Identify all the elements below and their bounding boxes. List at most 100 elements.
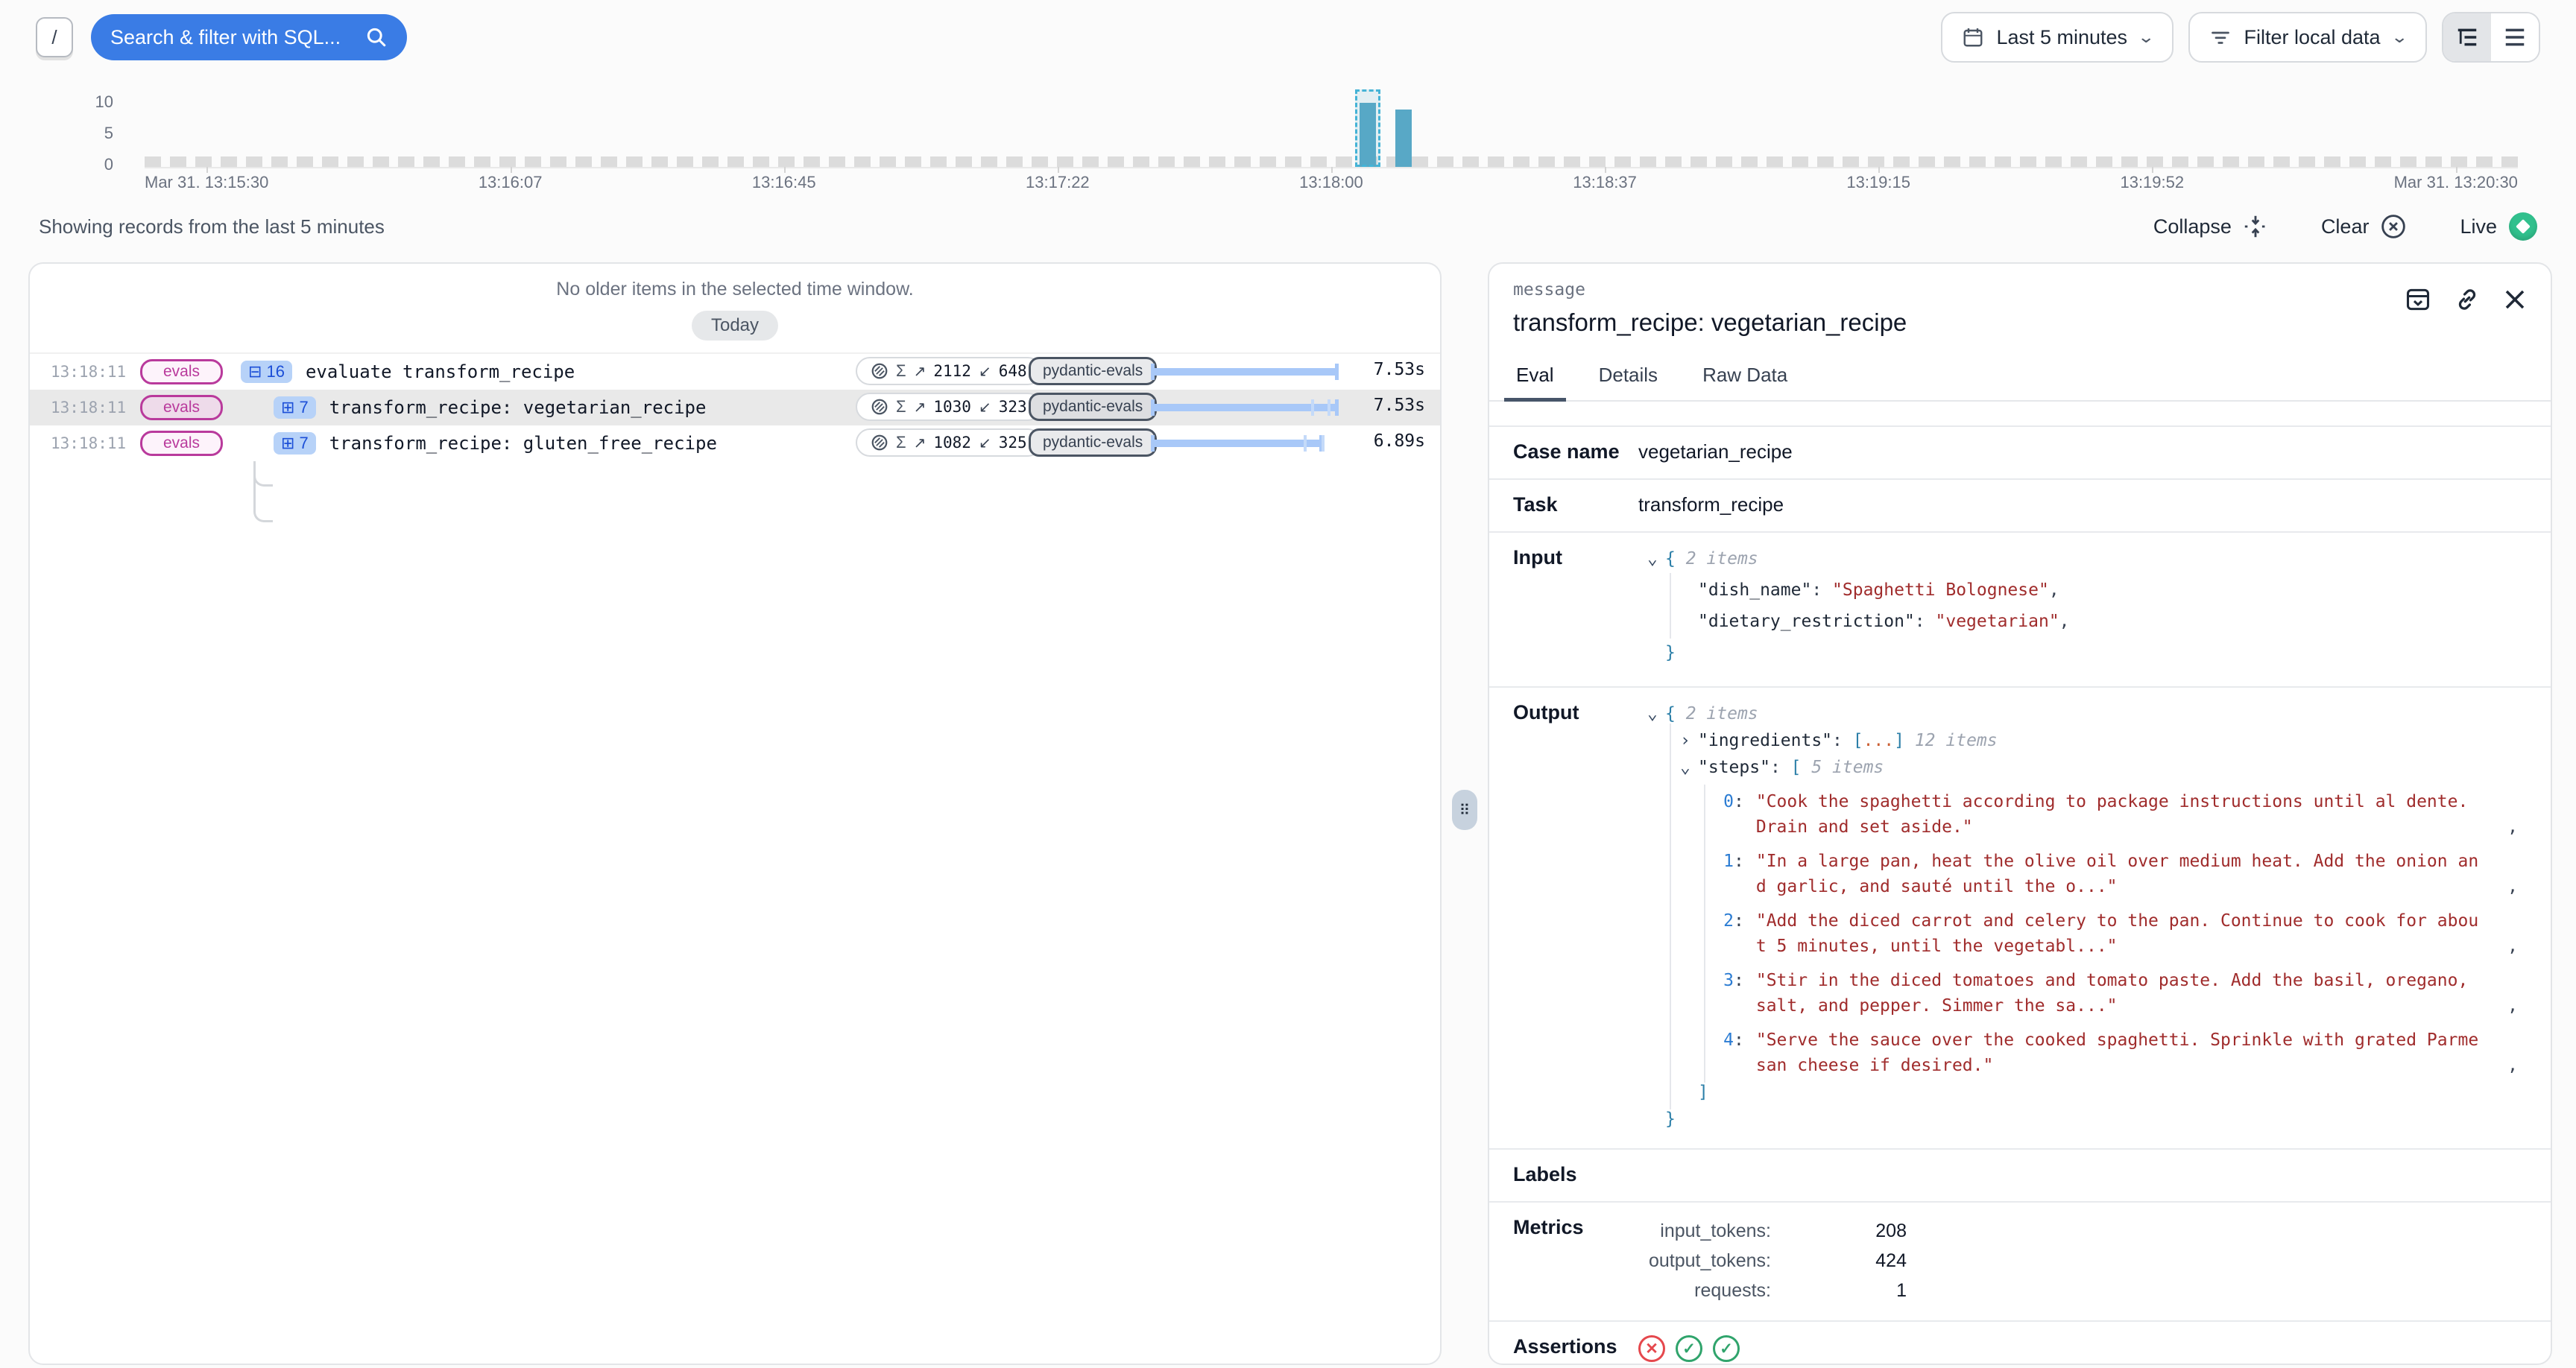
json-array-item: 4:"Serve the sauce over the cooked spagh… [1638,1027,2527,1078]
project-badge: evals [140,431,223,456]
row-title: evaluate transform_recipe [306,361,575,382]
live-indicator-icon [2509,212,2537,241]
tokens-icon [871,434,888,452]
assertion-fail-icon[interactable]: ✕ [1638,1335,1665,1362]
detail-header: message transform_recipe: vegetarian_rec… [1489,264,2551,337]
tree-view-icon [2455,27,2479,48]
json-line: ⌄{ 2 items [1638,546,2527,571]
json-toggle-chevron[interactable]: ⌄ [1647,701,1665,726]
json-line: ⌄"steps": [ 5 items [1638,755,2527,780]
span-count: 7 [299,398,308,417]
span-count-badge[interactable]: ⊞7 [274,432,316,455]
live-toggle[interactable]: Live [2460,212,2537,241]
x-tick-label: Mar 31. 13:15:30 [145,173,268,192]
trace-row[interactable]: 13:18:11evals⊞7transform_recipe: gluten_… [30,425,1440,461]
json-toggle-chevron[interactable]: › [1680,728,1698,753]
trace-row[interactable]: 13:18:11evals⊟16evaluate transform_recip… [30,354,1440,390]
input-json-viewer: ⌄{ 2 items "dish_name": "Spaghetti Bologn… [1638,546,2527,671]
tab-eval[interactable]: Eval [1515,356,1556,400]
span-count-badge[interactable]: ⊟16 [241,361,292,383]
histogram-bar[interactable] [1395,110,1412,167]
span-count-badge[interactable]: ⊞7 [274,396,316,419]
top-bar: / Search & filter with SQL... Last 5 min… [0,0,2576,75]
close-icon [2503,288,2527,311]
filter-local-data-dropdown[interactable]: Filter local data ⌄ [2188,12,2427,63]
token-metrics-pill: Σ↗2112↙648 [856,357,1042,385]
json-toggle-chevron[interactable]: ⌄ [1647,546,1665,571]
assertions-row: Assertions ✕✓✓ [1489,1322,2551,1364]
tokens-icon [871,398,888,416]
input-tokens-count: 1082 [933,434,971,452]
output-label: Output [1513,701,1638,1133]
json-string-value: "Add the diced carrot and celery to the … [1744,908,2521,959]
metric-name: requests: [1638,1276,1771,1305]
token-metrics-pill: Σ↗1082↙325 [856,428,1042,457]
histogram-bar-selected[interactable] [1360,103,1376,167]
json-string-value: "In a large pan, heat the olive oil over… [1744,849,2521,899]
json-index: 1 [1713,849,1734,899]
collapse-button[interactable]: Collapse [2153,215,2267,238]
case-name-value: vegetarian_recipe [1638,440,1793,463]
chevron-down-icon: ⌄ [2390,28,2408,47]
clear-button[interactable]: Clear [2321,214,2407,239]
input-tokens-count: 1030 [933,398,971,416]
no-older-items-note: No older items in the selected time wind… [30,279,1440,300]
link-icon [2454,286,2481,313]
assertion-results: ✕ ✓ ✓ [1638,1335,1740,1362]
output-tokens-count: 325 [999,434,1027,452]
duration-bar [1151,404,1339,411]
copy-link-button[interactable] [2454,286,2481,313]
output-tokens-count: 323 [999,398,1027,416]
json-toggle-chevron[interactable]: ⌄ [1680,755,1698,780]
metric-row: requests:1 [1638,1276,1907,1305]
close-button[interactable] [2503,288,2527,311]
x-axis-labels: Mar 31. 13:15:3013:16:0713:16:4513:17:22… [145,173,2518,192]
duration-text: 7.53s [1374,396,1425,415]
assertion-pass-icon[interactable]: ✓ [1713,1335,1740,1362]
filter-local-data-label: Filter local data [2244,26,2380,49]
case-name-row: Case name vegetarian_recipe [1489,427,2551,480]
collapse-icon [2244,215,2267,238]
eval-table: Case name vegetarian_recipe Task transfo… [1489,425,2551,1364]
project-badge: evals [140,395,223,420]
x-tick-label: 13:16:45 [752,173,816,192]
labels-label: Labels [1513,1163,1638,1186]
output-json-viewer: ⌄{ 2 items›"ingredients": [...] 12 items… [1638,701,2527,1133]
search-icon [365,26,388,48]
tab-details[interactable]: Details [1597,356,1659,400]
duration-bar [1151,368,1339,376]
timeline-chart[interactable]: 1050 Mar 31. 13:15:3013:16:0713:16:4513:… [36,75,2540,188]
arrow-down-left-icon: ↙ [979,398,991,417]
input-row: Input ⌄{ 2 items "dish_name": "Spaghetti … [1489,533,2551,688]
metrics-row: Metrics input_tokens:208output_tokens:42… [1489,1203,2551,1322]
panel-resize-handle[interactable]: ⠿ [1452,790,1477,830]
json-index: 4 [1713,1027,1734,1078]
assertion-pass-icon[interactable]: ✓ [1676,1335,1702,1362]
input-label: Input [1513,546,1638,671]
expand-square-icon: ⊞ [281,435,294,452]
calendar-icon [1962,26,1984,48]
json-line: ›"ingredients": [...] 12 items [1638,728,2527,753]
slash-key-label: / [51,26,57,49]
list-view-toggle[interactable] [2491,13,2539,61]
json-index: 2 [1713,908,1734,959]
tab-raw-data[interactable]: Raw Data [1701,356,1789,400]
json-line: ⌄{ 2 items [1638,701,2527,726]
detail-panel: message transform_recipe: vegetarian_rec… [1488,262,2552,1365]
tokens-icon [871,362,888,380]
detail-body: Case name vegetarian_recipe Task transfo… [1489,402,2551,1364]
detail-header-actions [2405,286,2527,313]
tag-badge: pydantic-evals [1029,393,1157,421]
showing-records-text: Showing records from the last 5 minutes [39,215,385,238]
trace-row[interactable]: 13:18:11evals⊞7transform_recipe: vegetar… [30,390,1440,425]
archive-button[interactable] [2405,286,2431,313]
tree-view-toggle[interactable] [2443,13,2491,61]
trace-list-panel: No older items in the selected time wind… [28,262,1442,1365]
metrics-label: Metrics [1513,1216,1638,1305]
duration-bar [1151,440,1339,447]
search-button-label: Search & filter with SQL... [110,26,353,49]
json-line: "dish_name": "Spaghetti Bolognese", [1638,577,2527,603]
search-button[interactable]: Search & filter with SQL... [91,14,407,60]
time-range-dropdown[interactable]: Last 5 minutes ⌄ [1941,12,2174,63]
today-chip[interactable]: Today [692,311,778,341]
